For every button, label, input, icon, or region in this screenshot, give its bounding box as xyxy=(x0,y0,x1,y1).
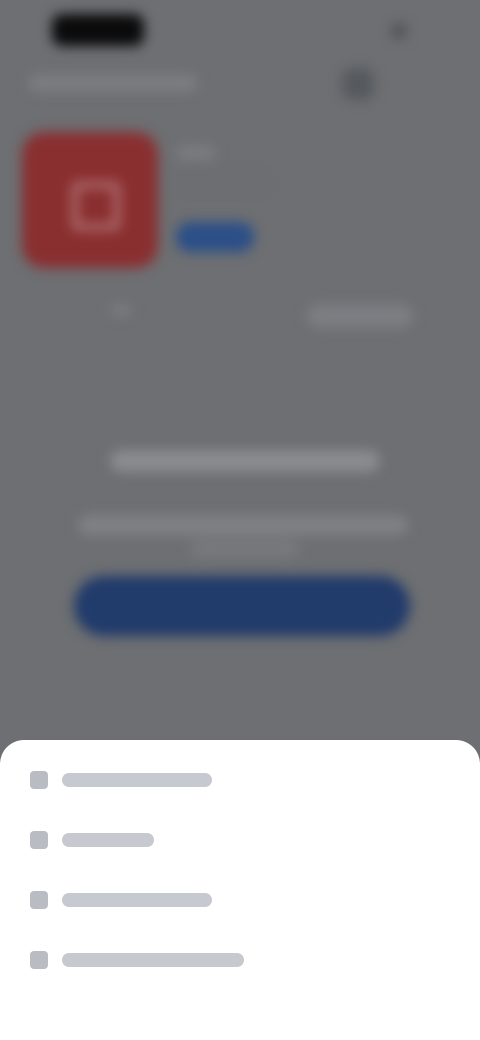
info-right-button[interactable] xyxy=(306,304,414,328)
message-body xyxy=(78,515,408,535)
menu-item-icon xyxy=(30,771,48,789)
menu-item-icon xyxy=(30,891,48,909)
sheet-menu-item[interactable] xyxy=(0,872,480,928)
menu-item-label xyxy=(62,833,154,847)
sheet-menu-item[interactable] xyxy=(0,932,480,988)
menu-item-label xyxy=(62,893,212,907)
message-title xyxy=(110,450,380,472)
app-glyph-icon xyxy=(72,182,120,230)
sheet-menu-item[interactable] xyxy=(0,752,480,808)
menu-item-label xyxy=(62,773,212,787)
info-left xyxy=(110,304,132,316)
menu-item-icon xyxy=(30,831,48,849)
message-body-line2 xyxy=(190,540,300,558)
app-pill-button[interactable] xyxy=(176,222,254,252)
bottom-sheet xyxy=(0,740,480,1040)
battery-icon xyxy=(392,24,406,38)
mobile-screen xyxy=(0,0,480,1040)
menu-item-icon xyxy=(30,951,48,969)
sheet-menu-item[interactable] xyxy=(0,812,480,868)
primary-cta-button[interactable] xyxy=(74,576,410,636)
menu-icon[interactable] xyxy=(342,68,374,100)
status-time xyxy=(52,14,144,46)
app-title xyxy=(176,146,216,160)
app-icon[interactable] xyxy=(22,132,158,268)
app-subtitle xyxy=(176,176,266,188)
menu-item-label xyxy=(62,953,244,967)
header-title xyxy=(28,74,198,92)
